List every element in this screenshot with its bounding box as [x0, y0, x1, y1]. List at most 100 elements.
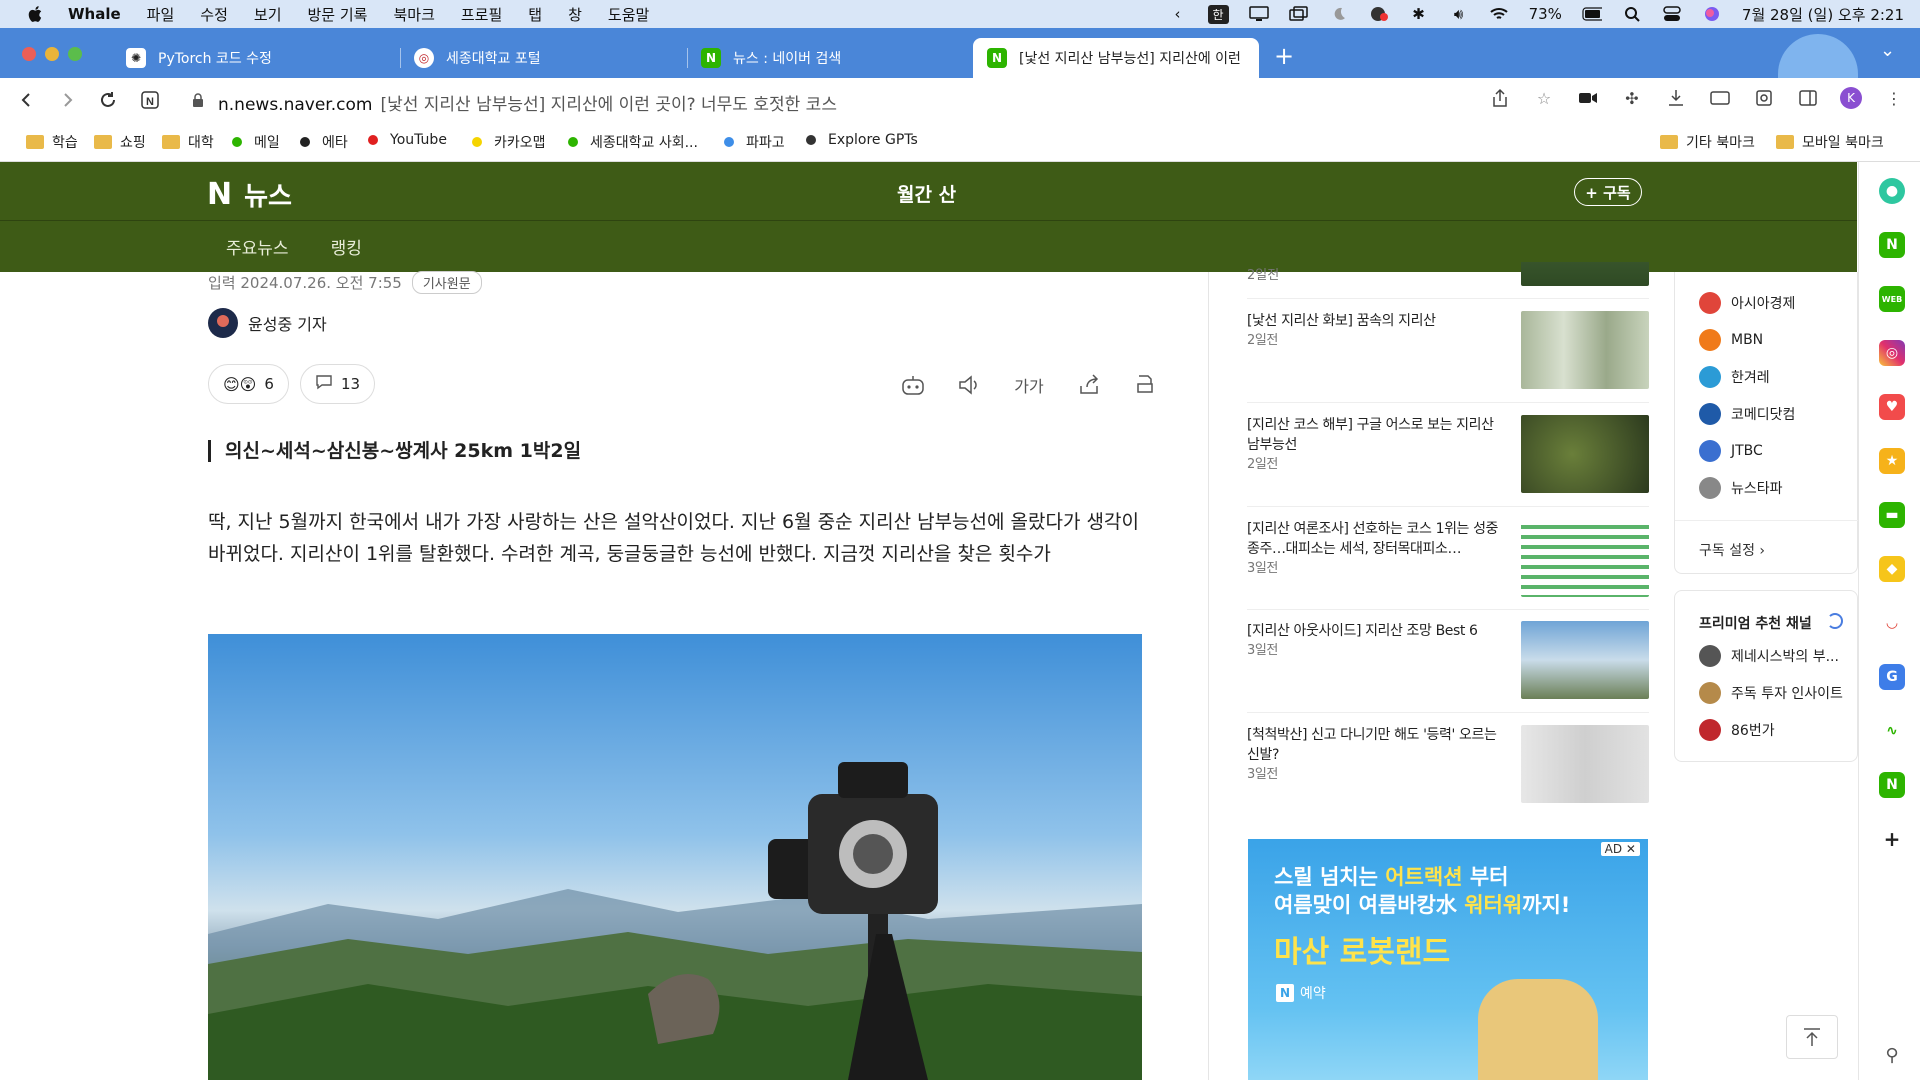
tab-active-article[interactable]: N [낯선 지리산 남부능선] 지리산에 이런: [973, 38, 1259, 78]
download-icon[interactable]: [1664, 86, 1688, 110]
naver-news-logo[interactable]: N 뉴스: [207, 176, 292, 213]
menu-window[interactable]: 창: [568, 4, 582, 25]
press-item[interactable]: 코메디닷컴: [1699, 403, 1795, 425]
bookmark-kakaomap[interactable]: 카카오맵: [472, 132, 546, 152]
summary-bot-icon[interactable]: [900, 372, 926, 398]
naver-home-icon[interactable]: N: [138, 88, 162, 112]
bookmark-folder-university[interactable]: 대학: [162, 132, 214, 152]
press-item[interactable]: 한겨레: [1699, 366, 1770, 388]
instagram-icon[interactable]: ◎: [1879, 340, 1905, 366]
window-switch-icon[interactable]: [1288, 5, 1309, 23]
premium-item[interactable]: 86번가: [1699, 719, 1775, 741]
bookmark-mail[interactable]: 메일: [232, 132, 280, 152]
press-item[interactable]: MBN: [1699, 329, 1763, 351]
related-news-item[interactable]: [낯선 지리산 화보] 꿈속의 지리산 2일전: [1247, 311, 1649, 401]
bookmark-youtube[interactable]: YouTube: [368, 132, 447, 148]
translate-icon[interactable]: G: [1879, 664, 1905, 690]
wifi-icon[interactable]: [1489, 5, 1509, 23]
naver-icon[interactable]: N: [1879, 232, 1905, 258]
chevron-down-icon[interactable]: ⌄: [1880, 40, 1895, 61]
advertisement-banner[interactable]: AD ✕ 스릴 넘치는 어트랙션 부터 여름맞이 여름바캉水 워터워까지! 마산…: [1248, 839, 1648, 1080]
recording-icon[interactable]: [1369, 5, 1389, 23]
related-news-partial[interactable]: 2일전: [1247, 262, 1649, 286]
bookmark-explore-gpts[interactable]: Explore GPTs: [806, 132, 918, 148]
map-pin-icon[interactable]: ◆: [1879, 556, 1905, 582]
bookmark-everytime[interactable]: 에타: [300, 132, 348, 152]
add-sidebar-item-icon[interactable]: +: [1879, 826, 1905, 852]
tab-pytorch[interactable]: ✺ PyTorch 코드 수정: [112, 38, 398, 78]
original-article-button[interactable]: 기사원문: [411, 271, 482, 294]
refresh-icon[interactable]: [1827, 613, 1843, 629]
moon-icon[interactable]: [1329, 5, 1349, 23]
related-news-item[interactable]: [지리산 여론조사] 선호하는 코스 1위는 성중종주…대피소는 세석, 장터목…: [1247, 519, 1649, 609]
siri-icon[interactable]: [1702, 5, 1722, 23]
reload-button[interactable]: [96, 88, 120, 112]
back-button[interactable]: [14, 88, 38, 112]
bookmark-star-icon[interactable]: ☆: [1532, 86, 1556, 110]
apple-icon[interactable]: [26, 4, 46, 24]
menu-edit[interactable]: 수정: [200, 4, 228, 25]
bookmark-folder-shopping[interactable]: 쇼핑: [94, 132, 146, 152]
menu-app-name[interactable]: Whale: [68, 5, 121, 23]
menu-help[interactable]: 도움말: [608, 4, 649, 25]
ad-close-badge[interactable]: AD ✕: [1600, 842, 1640, 856]
display-icon[interactable]: [1248, 5, 1269, 23]
menu-bookmarks[interactable]: 북마크: [393, 4, 434, 25]
related-news-item[interactable]: [지리산 코스 해부] 구글 어스로 보는 지리산 남부능선 2일전: [1247, 415, 1649, 505]
chevron-left-icon[interactable]: ‹: [1168, 5, 1188, 23]
capture-icon[interactable]: [1752, 86, 1776, 110]
menu-tab[interactable]: 탭: [528, 4, 542, 25]
lock-icon[interactable]: [190, 88, 206, 112]
maximize-window-button[interactable]: [68, 47, 82, 61]
url-field[interactable]: n.news.naver.com [낯선 지리산 남부능선] 지리산에 이런 곳이…: [218, 90, 837, 115]
webtoon-icon[interactable]: WEB: [1879, 286, 1905, 312]
premium-item[interactable]: 제네시스박의 부...: [1699, 645, 1839, 667]
menu-history[interactable]: 방문 기록: [308, 4, 368, 25]
scroll-to-top-button[interactable]: [1786, 1015, 1838, 1059]
bluetooth-icon[interactable]: ✱: [1409, 5, 1429, 23]
share-icon[interactable]: [1076, 372, 1102, 398]
speaker-icon[interactable]: [956, 372, 982, 398]
minimize-window-button[interactable]: [45, 47, 59, 61]
article-author[interactable]: 윤성중 기자: [208, 308, 327, 338]
menu-profile[interactable]: 프로필: [461, 4, 502, 25]
comment-button[interactable]: 13: [300, 364, 376, 404]
star-icon[interactable]: ★: [1879, 448, 1905, 474]
stock-chart-icon[interactable]: ∿: [1879, 718, 1905, 744]
print-icon[interactable]: [1132, 372, 1158, 398]
sidebar-toggle-icon[interactable]: [1796, 86, 1820, 110]
menu-view[interactable]: 보기: [254, 4, 282, 25]
more-menu-icon[interactable]: ⋮: [1882, 86, 1906, 110]
reaction-button[interactable]: 😊😲 6: [208, 364, 289, 404]
subscription-settings-link[interactable]: 구독 설정 ›: [1699, 540, 1765, 560]
mobile-icon[interactable]: [1708, 86, 1732, 110]
nav-main-news[interactable]: 주요뉴스: [226, 234, 289, 259]
premium-item[interactable]: 주독 투자 인사이트: [1699, 682, 1843, 704]
bookmark-sejong-social[interactable]: 세종대학교 사회...: [568, 132, 698, 152]
subscribe-button[interactable]: + 구독: [1574, 178, 1642, 206]
pocket-icon[interactable]: ♥: [1879, 394, 1905, 420]
bookmark-folder-study[interactable]: 학습: [26, 132, 78, 152]
wallet-icon[interactable]: ▬: [1879, 502, 1905, 528]
related-news-item[interactable]: [척척박산] 신고 다니기만 해도 '등력' 오르는 신발? 3일전: [1247, 725, 1649, 815]
smile-icon[interactable]: ◡: [1879, 610, 1905, 636]
new-tab-button[interactable]: +: [1272, 42, 1296, 70]
bookmark-folder-other[interactable]: 기타 북마크: [1660, 132, 1755, 152]
channel-title[interactable]: 월간 산: [897, 180, 956, 207]
whale-green-icon[interactable]: ●: [1879, 178, 1905, 204]
press-item[interactable]: 뉴스타파: [1699, 477, 1783, 499]
bookmark-papago[interactable]: 파파고: [724, 132, 785, 152]
tab-sejong-portal[interactable]: ◎ 세종대학교 포털: [400, 38, 686, 78]
pin-icon[interactable]: ⚲: [1879, 1042, 1905, 1068]
control-center-icon[interactable]: [1662, 5, 1682, 23]
input-method-badge[interactable]: 한: [1207, 4, 1229, 24]
bookmark-folder-mobile[interactable]: 모바일 북마크: [1776, 132, 1884, 152]
share-icon[interactable]: [1488, 86, 1512, 110]
press-item[interactable]: JTBC: [1699, 440, 1763, 462]
extensions-icon[interactable]: ✣: [1620, 86, 1644, 110]
nav-ranking[interactable]: 랭킹: [331, 234, 362, 259]
forward-button[interactable]: [56, 88, 80, 112]
tab-naver-search[interactable]: N 뉴스 : 네이버 검색: [687, 38, 973, 78]
naver-shopping-icon[interactable]: N: [1879, 772, 1905, 798]
menu-file[interactable]: 파일: [147, 4, 175, 25]
